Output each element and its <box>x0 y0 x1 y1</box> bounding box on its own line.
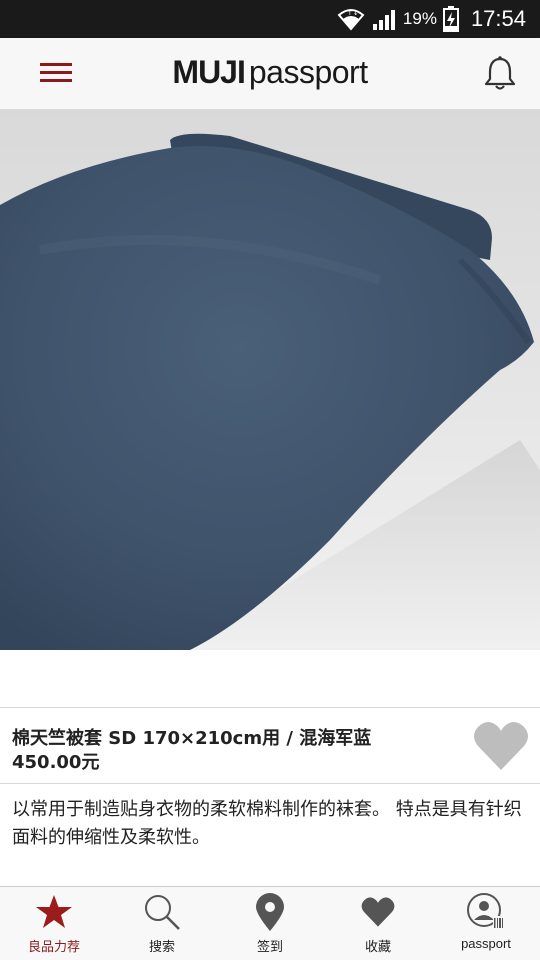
nav-label: 签到 <box>256 939 283 954</box>
favorite-heart-icon[interactable] <box>472 718 530 774</box>
nav-item-recommend[interactable]: 良品力荐 <box>0 887 108 960</box>
nav-label: 收藏 <box>364 939 391 954</box>
product-price: 450.00元 <box>12 752 100 773</box>
star-icon <box>34 892 74 932</box>
nav-item-checkin[interactable]: 签到 <box>216 887 324 960</box>
search-icon <box>142 892 182 932</box>
location-pin-icon <box>250 892 290 932</box>
logo-product: passport <box>248 54 368 90</box>
nav-label: passport <box>461 936 511 951</box>
svg-text:↑↓: ↑↓ <box>347 9 359 17</box>
battery-charging-icon <box>442 6 459 32</box>
nav-item-favorites[interactable]: 收藏 <box>324 887 432 960</box>
product-image <box>0 110 540 650</box>
status-bar: ↑↓ 19% 17:54 <box>0 0 540 38</box>
nav-item-passport[interactable]: passport <box>432 887 540 960</box>
nav-label: 搜索 <box>148 939 175 954</box>
product-info: 棉天竺被套 SD 170×210cm用 / 混海军蓝 450.00元 <box>0 707 540 784</box>
wifi-icon: ↑↓ <box>337 7 365 31</box>
signal-icon <box>371 8 397 30</box>
clock: 17:54 <box>470 6 526 31</box>
heart-icon <box>358 892 398 932</box>
product-name: 棉天竺被套 SD 170×210cm用 / 混海军蓝 <box>12 728 372 749</box>
product-description: 以常用于制造贴身衣物的柔软棉料制作的袜套。 特点是具有针织面料的伸缩性及柔软性。 <box>12 799 522 848</box>
bell-icon[interactable] <box>480 54 520 94</box>
battery-percent: 19% <box>402 9 437 28</box>
app-header: MUJI passport <box>0 38 540 110</box>
nav-item-search[interactable]: 搜索 <box>108 887 216 960</box>
bottom-nav: 良品力荐 搜索 签到 收藏 passport <box>0 886 540 960</box>
app-logo: MUJI passport <box>0 54 540 91</box>
logo-brand: MUJI <box>172 54 245 90</box>
passport-user-icon <box>466 892 506 932</box>
nav-label: 良品力荐 <box>27 939 80 954</box>
